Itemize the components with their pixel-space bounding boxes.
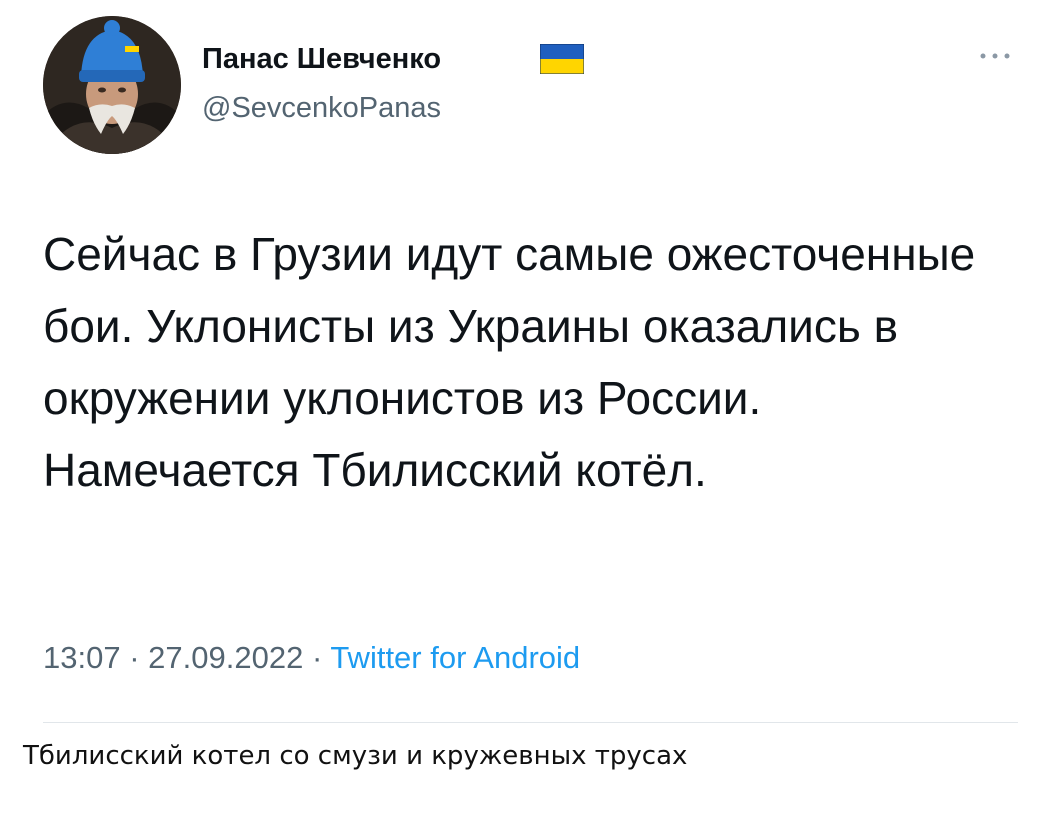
divider: [43, 722, 1018, 723]
meta-separator: ·: [311, 640, 323, 675]
meta-separator: ·: [129, 640, 140, 675]
ellipsis-icon[interactable]: [975, 44, 1015, 68]
author-display-name[interactable]: Панас Шевченко: [202, 43, 441, 76]
tweet-card: Панас Шевченко @SevcenkoPanas Сейчас в Г…: [0, 0, 1043, 735]
avatar[interactable]: [43, 16, 181, 154]
tweet-text: Сейчас в Грузии идут самые ожесточенные …: [43, 228, 976, 496]
ukraine-flag-icon: [540, 44, 584, 74]
tweet-source-link[interactable]: Twitter for Android: [330, 640, 580, 675]
avatar-portrait-icon: [43, 16, 181, 154]
post-caption: Тбилисский котел со смузи и кружевных тр…: [23, 741, 688, 771]
tweet-meta: 13:07 · 27.09.2022 · Twitter for Android: [43, 640, 580, 676]
tweet-time[interactable]: 13:07: [43, 640, 121, 675]
author-username[interactable]: @SevcenkoPanas: [202, 92, 441, 125]
tweet-date[interactable]: 27.09.2022: [148, 640, 303, 675]
